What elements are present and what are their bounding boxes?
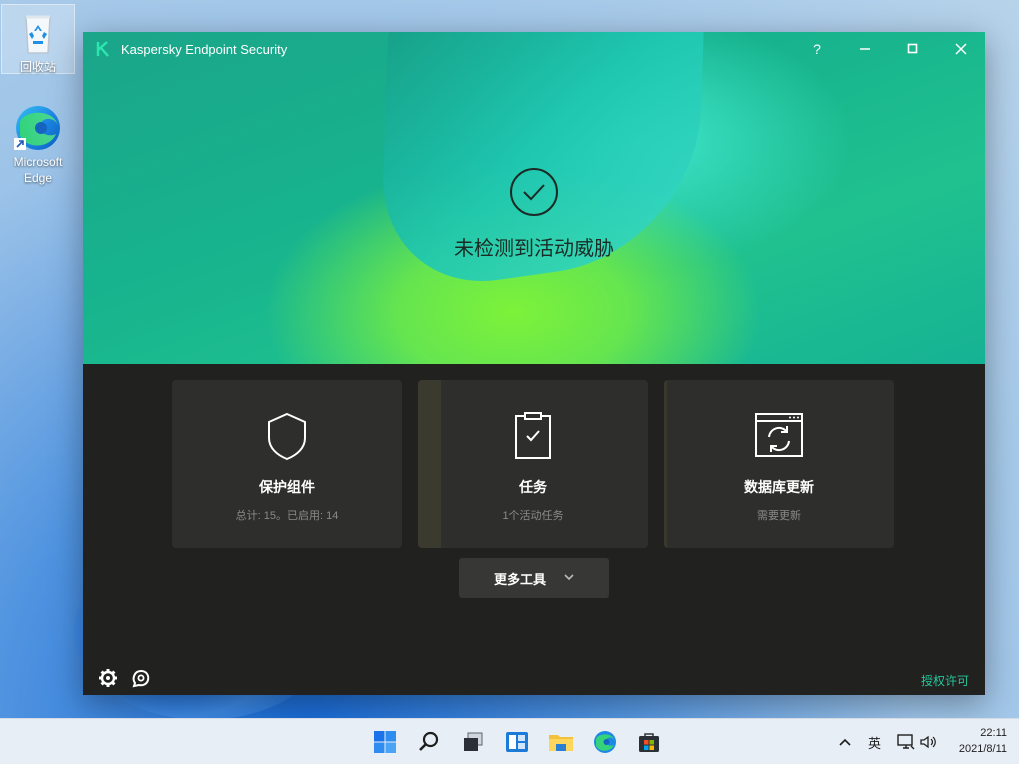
- start-button[interactable]: [370, 727, 400, 757]
- search-icon: [419, 731, 439, 751]
- check-circle-icon: [510, 168, 558, 216]
- minimize-button[interactable]: [841, 32, 889, 66]
- widgets-icon: [506, 732, 528, 752]
- clock-date: 2021/8/11: [958, 743, 1007, 755]
- card-subtitle: 需要更新: [757, 510, 801, 522]
- clock-time: 22:11: [980, 727, 1007, 739]
- clock[interactable]: 22:11 2021/8/11: [959, 725, 1007, 757]
- protection-components-card[interactable]: 保护组件 总计: 15。已启用: 14: [172, 380, 402, 548]
- card-title: 保护组件: [259, 479, 315, 495]
- desktop-icon-label: Microsoft: [13, 155, 63, 169]
- tray-overflow-chevron-icon[interactable]: [838, 737, 858, 747]
- network-icon[interactable]: [897, 734, 915, 750]
- window-title: Kaspersky Endpoint Security: [121, 41, 288, 57]
- start-icon: [374, 731, 396, 753]
- more-tools-button[interactable]: 更多工具: [459, 558, 609, 598]
- card-title: 数据库更新: [744, 479, 814, 495]
- volume-icon[interactable]: [919, 734, 937, 750]
- card-title: 任务: [519, 479, 547, 495]
- ime-indicator[interactable]: 英: [868, 733, 881, 752]
- store-icon: [639, 733, 659, 752]
- card-subtitle: 总计: 15。已启用: 14: [235, 510, 339, 522]
- desktop-icon-label: 回收站: [19, 60, 56, 74]
- minimize-icon: [860, 48, 870, 50]
- edge-icon: [594, 731, 616, 753]
- clipboard-check-icon: [507, 410, 559, 462]
- protection-status-text: 未检测到活动威胁: [454, 238, 614, 260]
- search-button[interactable]: [414, 727, 444, 757]
- more-tools-label: 更多工具: [493, 571, 546, 587]
- maximize-icon: [907, 43, 918, 54]
- license-link[interactable]: 授权许可: [921, 672, 969, 689]
- chevron-down-icon: [564, 572, 574, 584]
- task-view-icon: [464, 732, 483, 751]
- maximize-button[interactable]: [889, 32, 937, 66]
- card-subtitle: 1个活动任务: [502, 510, 564, 522]
- desktop-icon-label: Edge: [23, 171, 53, 185]
- support-icon[interactable]: [131, 668, 151, 688]
- store-button[interactable]: [634, 727, 664, 757]
- shield-icon: [261, 410, 313, 462]
- settings-gear-icon[interactable]: [98, 668, 118, 688]
- file-explorer-button[interactable]: [546, 727, 576, 757]
- close-button[interactable]: [937, 32, 985, 66]
- taskbar: 英 22:11 2021/8/11: [0, 718, 1019, 764]
- desktop-icon-recycle-bin[interactable]: 回收站: [1, 4, 75, 74]
- close-icon: [955, 43, 967, 55]
- edge-icon: [14, 104, 62, 152]
- desktop-icon-edge[interactable]: Microsoft Edge: [1, 100, 75, 186]
- database-update-icon: [753, 410, 805, 462]
- database-update-card[interactable]: 数据库更新 需要更新: [664, 380, 894, 548]
- task-view-button[interactable]: [458, 727, 488, 757]
- help-button[interactable]: ?: [793, 32, 841, 66]
- edge-taskbar-button[interactable]: [590, 727, 620, 757]
- recycle-bin-icon: [14, 9, 62, 57]
- kaspersky-window: Kaspersky Endpoint Security ? 未检测到活动威胁 保…: [83, 32, 985, 695]
- tasks-card[interactable]: 任务 1个活动任务: [418, 380, 648, 548]
- kaspersky-logo-icon: [93, 39, 113, 59]
- file-explorer-icon: [549, 735, 573, 751]
- widgets-button[interactable]: [502, 727, 532, 757]
- window-titlebar[interactable]: Kaspersky Endpoint Security ?: [83, 32, 985, 66]
